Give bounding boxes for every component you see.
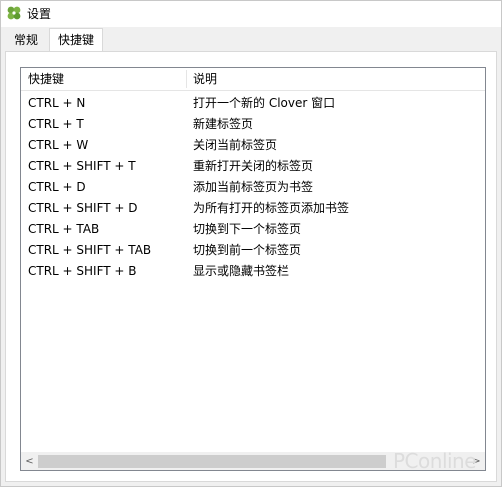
shortcut-key: CTRL + SHIFT + TAB bbox=[28, 243, 152, 257]
shortcuts-list[interactable]: 快捷键 说明 CTRL + N 打开一个新的 Clover 窗口 CTRL + … bbox=[20, 67, 486, 471]
shortcut-description: 为所有打开的标签页添加书签 bbox=[193, 201, 350, 215]
shortcut-key: CTRL + W bbox=[28, 138, 89, 152]
shortcut-description: 新建标签页 bbox=[193, 117, 254, 131]
tab-general[interactable]: 常规 bbox=[5, 30, 47, 51]
table-row[interactable]: CTRL + W 关闭当前标签页 bbox=[21, 135, 485, 156]
tab-bar: 常规 快捷键 bbox=[1, 27, 501, 52]
scroll-left-arrow-icon[interactable]: < bbox=[21, 453, 38, 470]
table-row[interactable]: CTRL + D 添加当前标签页为书签 bbox=[21, 177, 485, 198]
shortcut-description: 切换到下一个标签页 bbox=[193, 222, 302, 236]
title-bar: 设置 bbox=[1, 1, 501, 27]
shortcut-description: 打开一个新的 Clover 窗口 bbox=[193, 96, 336, 110]
table-row[interactable]: CTRL + SHIFT + TAB 切换到前一个标签页 bbox=[21, 240, 485, 261]
tab-shortcuts[interactable]: 快捷键 bbox=[49, 28, 103, 52]
table-row[interactable]: CTRL + N 打开一个新的 Clover 窗口 bbox=[21, 93, 485, 114]
shortcut-key: CTRL + D bbox=[28, 180, 86, 194]
clover-icon bbox=[7, 6, 21, 20]
table-row[interactable]: CTRL + SHIFT + B 显示或隐藏书签栏 bbox=[21, 261, 485, 282]
list-rows: CTRL + N 打开一个新的 Clover 窗口 CTRL + T 新建标签页… bbox=[21, 93, 485, 282]
column-header-description[interactable]: 说明 bbox=[193, 68, 217, 90]
table-row[interactable]: CTRL + SHIFT + T 重新打开关闭的标签页 bbox=[21, 156, 485, 177]
table-row[interactable]: CTRL + SHIFT + D 为所有打开的标签页添加书签 bbox=[21, 198, 485, 219]
scroll-thumb[interactable] bbox=[38, 455, 386, 468]
column-header-shortcut[interactable]: 快捷键 bbox=[28, 68, 64, 90]
list-header: 快捷键 说明 bbox=[21, 68, 485, 91]
shortcut-description: 关闭当前标签页 bbox=[193, 138, 278, 152]
shortcut-key: CTRL + T bbox=[28, 117, 84, 131]
shortcut-description: 切换到前一个标签页 bbox=[193, 243, 302, 257]
shortcut-key: CTRL + TAB bbox=[28, 222, 100, 236]
settings-window: 设置 常规 快捷键 快捷键 说明 CTRL + N 打开一个新的 Clover … bbox=[0, 0, 502, 487]
shortcut-key: CTRL + SHIFT + D bbox=[28, 201, 138, 215]
table-row[interactable]: CTRL + T 新建标签页 bbox=[21, 114, 485, 135]
watermark: PConline bbox=[393, 449, 477, 473]
shortcut-description: 重新打开关闭的标签页 bbox=[193, 159, 314, 173]
shortcut-key: CTRL + SHIFT + T bbox=[28, 159, 136, 173]
shortcuts-panel: 快捷键 说明 CTRL + N 打开一个新的 Clover 窗口 CTRL + … bbox=[5, 51, 497, 482]
shortcut-key: CTRL + SHIFT + B bbox=[28, 264, 137, 278]
shortcut-description: 显示或隐藏书签栏 bbox=[193, 264, 290, 278]
shortcut-key: CTRL + N bbox=[28, 96, 86, 110]
shortcut-description: 添加当前标签页为书签 bbox=[193, 180, 314, 194]
table-row[interactable]: CTRL + TAB 切换到下一个标签页 bbox=[21, 219, 485, 240]
window-title: 设置 bbox=[27, 7, 52, 21]
column-divider[interactable] bbox=[186, 70, 187, 88]
